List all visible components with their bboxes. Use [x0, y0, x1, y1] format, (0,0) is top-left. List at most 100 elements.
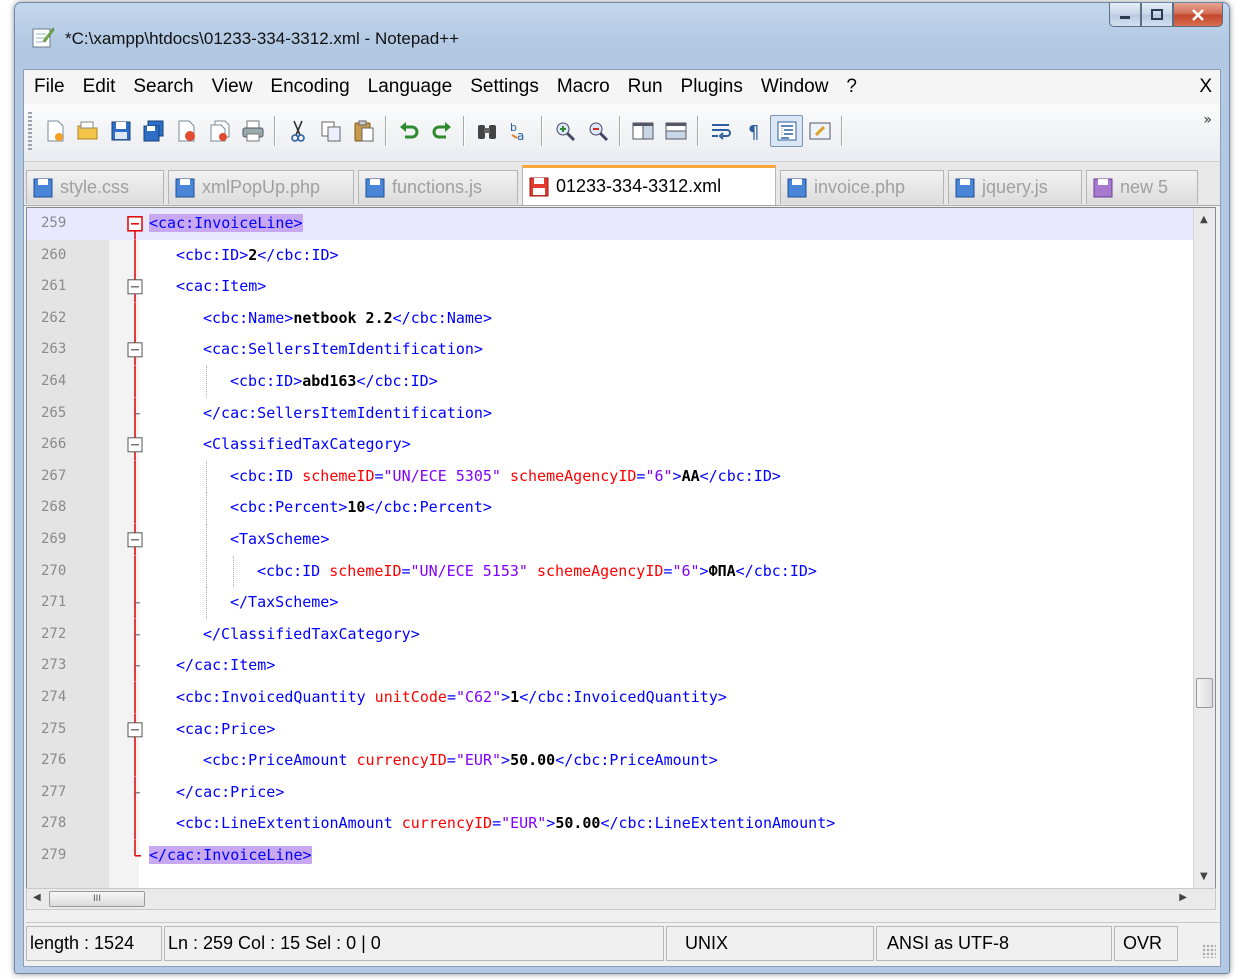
menu-help[interactable]: ? — [837, 70, 866, 104]
code-text[interactable]: </ClassifiedTaxCategory> — [203, 619, 420, 651]
code-text[interactable]: <cbc:ID>2</cbc:ID> — [176, 240, 339, 272]
code-line[interactable]: 262 <cbc:Name>netbook 2.2</cbc:Name> — [27, 302, 1195, 335]
code-line[interactable]: 276 <cbc:PriceAmount currencyID="EUR">50.… — [27, 745, 1195, 777]
menu-file[interactable]: File — [24, 70, 74, 104]
code-line[interactable]: 273 </cac:Item> — [27, 650, 1195, 682]
tab-style-css[interactable]: style.css — [26, 170, 164, 204]
toolbar-grip[interactable] — [28, 112, 32, 150]
save-all-button[interactable] — [137, 115, 170, 147]
notepadpp-app-icon[interactable] — [31, 25, 55, 49]
code-area[interactable]: 259 <cac:InvoiceLine> 260 <cbc:ID>2</cbc:ID… — [27, 208, 1195, 888]
resize-grip[interactable] — [1202, 944, 1216, 958]
code-text[interactable]: </cac:Item> — [176, 650, 275, 682]
code-line[interactable]: 267 <cbc:ID schemeID="UN/ECE 5305" scheme… — [27, 460, 1195, 493]
fold-toggle-icon[interactable] — [124, 429, 146, 461]
scroll-up-arrow-icon[interactable]: ▲ — [1200, 214, 1208, 225]
indent-guide-button[interactable] — [770, 115, 803, 147]
code-line[interactable]: 269 <TaxScheme> — [27, 524, 1195, 556]
print-button[interactable] — [236, 115, 269, 147]
close-file-button[interactable] — [170, 115, 203, 147]
scroll-left-arrow-icon[interactable]: ◀ — [33, 892, 41, 903]
code-text[interactable]: <cbc:InvoicedQuantity unitCode="C62">1</… — [176, 682, 727, 714]
code-line[interactable]: 275 <cac:Price> — [27, 713, 1195, 746]
menu-settings[interactable]: Settings — [461, 70, 548, 104]
fold-toggle-icon[interactable] — [124, 208, 146, 240]
word-wrap-button[interactable] — [704, 115, 737, 147]
open-file-button[interactable] — [71, 115, 104, 147]
menu-plugins[interactable]: Plugins — [672, 70, 752, 104]
tab-functions-js[interactable]: functions.js — [358, 170, 518, 204]
maximize-button[interactable] — [1141, 3, 1173, 27]
title-bar[interactable]: *C:\xampp\htdocs\01233-334-3312.xml - No… — [15, 3, 1229, 69]
code-text[interactable]: <cbc:ID schemeID="UN/ECE 5153" schemeAge… — [257, 556, 817, 588]
code-text[interactable]: </TaxScheme> — [230, 587, 338, 619]
fold-toggle-icon[interactable] — [124, 271, 146, 303]
menu-encoding[interactable]: Encoding — [261, 70, 358, 104]
menu-macro[interactable]: Macro — [548, 70, 619, 104]
code-text[interactable]: <TaxScheme> — [230, 524, 329, 556]
sync-horizontal-button[interactable] — [659, 115, 692, 147]
code-text[interactable]: <cbc:PriceAmount currencyID="EUR">50.00<… — [203, 745, 718, 777]
user-defined-language-button[interactable] — [803, 115, 836, 147]
horizontal-scroll-thumb[interactable]: III — [49, 891, 145, 907]
replace-button[interactable]: ba — [503, 115, 536, 147]
code-line[interactable]: 261 <cac:Item> — [27, 271, 1195, 303]
code-line[interactable]: 271 </TaxScheme> — [27, 587, 1195, 619]
menu-window[interactable]: Window — [752, 70, 838, 104]
minimize-button[interactable] — [1109, 3, 1141, 27]
sync-vertical-button[interactable] — [626, 115, 659, 147]
scroll-right-arrow-icon[interactable]: ▶ — [1179, 892, 1187, 903]
code-line[interactable]: 260 <cbc:ID>2</cbc:ID> — [27, 239, 1195, 272]
code-line[interactable]: 268 <cbc:Percent>10</cbc:Percent> — [27, 492, 1195, 524]
tab-jquery-js[interactable]: jquery.js — [948, 170, 1082, 204]
code-line[interactable]: 278 <cbc:LineExtentionAmount currencyID="… — [27, 808, 1195, 840]
scroll-down-arrow-icon[interactable]: ▼ — [1200, 871, 1208, 882]
menu-search[interactable]: Search — [124, 70, 202, 104]
save-button[interactable] — [104, 115, 137, 147]
show-all-characters-button[interactable]: ¶ — [737, 115, 770, 147]
code-text[interactable]: <cbc:Percent>10</cbc:Percent> — [230, 492, 492, 524]
close-document-button[interactable]: X — [1199, 70, 1212, 104]
code-text[interactable]: </cac:Price> — [176, 777, 284, 809]
code-text[interactable]: <cbc:ID>abd163</cbc:ID> — [230, 366, 438, 398]
paste-button[interactable] — [347, 115, 380, 147]
close-all-button[interactable] — [203, 115, 236, 147]
code-line[interactable]: 265 </cac:SellersItemIdentification> — [27, 397, 1195, 430]
menu-language[interactable]: Language — [359, 70, 462, 104]
menu-run[interactable]: Run — [619, 70, 672, 104]
tab-invoice-php[interactable]: invoice.php — [780, 170, 944, 204]
code-line[interactable]: 263 <cac:SellersItemIdentification> — [27, 334, 1195, 366]
find-button[interactable] — [470, 115, 503, 147]
code-text[interactable]: <cbc:ID schemeID="UN/ECE 5305" schemeAge… — [230, 461, 781, 493]
tab-01233-334-3312-xml[interactable]: 01233-334-3312.xml — [522, 165, 776, 205]
code-line[interactable]: 270 <cbc:ID schemeID="UN/ECE 5153" scheme… — [27, 555, 1195, 588]
fold-toggle-icon[interactable] — [124, 713, 146, 746]
zoom-out-button[interactable] — [581, 115, 614, 147]
vertical-scroll-thumb[interactable] — [1196, 678, 1213, 708]
toolbar-overflow-button[interactable]: » — [1203, 112, 1212, 128]
menu-view[interactable]: View — [203, 70, 262, 104]
tab-new-5[interactable]: new 5 — [1086, 170, 1198, 204]
new-file-button[interactable] — [38, 115, 71, 147]
code-line[interactable]: 277 </cac:Price> — [27, 776, 1195, 809]
code-text[interactable]: <cac:InvoiceLine> — [149, 208, 303, 240]
menu-edit[interactable]: Edit — [74, 70, 125, 104]
horizontal-scrollbar[interactable]: ◀ III ▶ — [26, 888, 1216, 910]
code-line[interactable]: 272 </ClassifiedTaxCategory> — [27, 618, 1195, 651]
zoom-in-button[interactable] — [548, 115, 581, 147]
code-text[interactable]: <ClassifiedTaxCategory> — [203, 429, 411, 461]
cut-button[interactable] — [281, 115, 314, 147]
close-window-button[interactable] — [1173, 3, 1223, 27]
fold-toggle-icon[interactable] — [124, 334, 146, 366]
code-line[interactable]: 274 <cbc:InvoicedQuantity unitCode="C62">… — [27, 682, 1195, 714]
code-editor[interactable]: 259 <cac:InvoiceLine> 260 <cbc:ID>2</cbc:ID… — [26, 207, 1216, 889]
code-text[interactable]: </cac:InvoiceLine> — [149, 840, 312, 872]
redo-button[interactable] — [425, 115, 458, 147]
tab-xmlpopup-php[interactable]: xmlPopUp.php — [168, 170, 354, 204]
code-text[interactable]: <cac:SellersItemIdentification> — [203, 334, 483, 366]
copy-button[interactable] — [314, 115, 347, 147]
fold-toggle-icon[interactable] — [124, 524, 146, 556]
code-line[interactable]: 264 <cbc:ID>abd163</cbc:ID> — [27, 366, 1195, 398]
code-text[interactable]: <cbc:Name>netbook 2.2</cbc:Name> — [203, 303, 492, 335]
vertical-scrollbar[interactable]: ▲ ▼ — [1193, 208, 1215, 888]
